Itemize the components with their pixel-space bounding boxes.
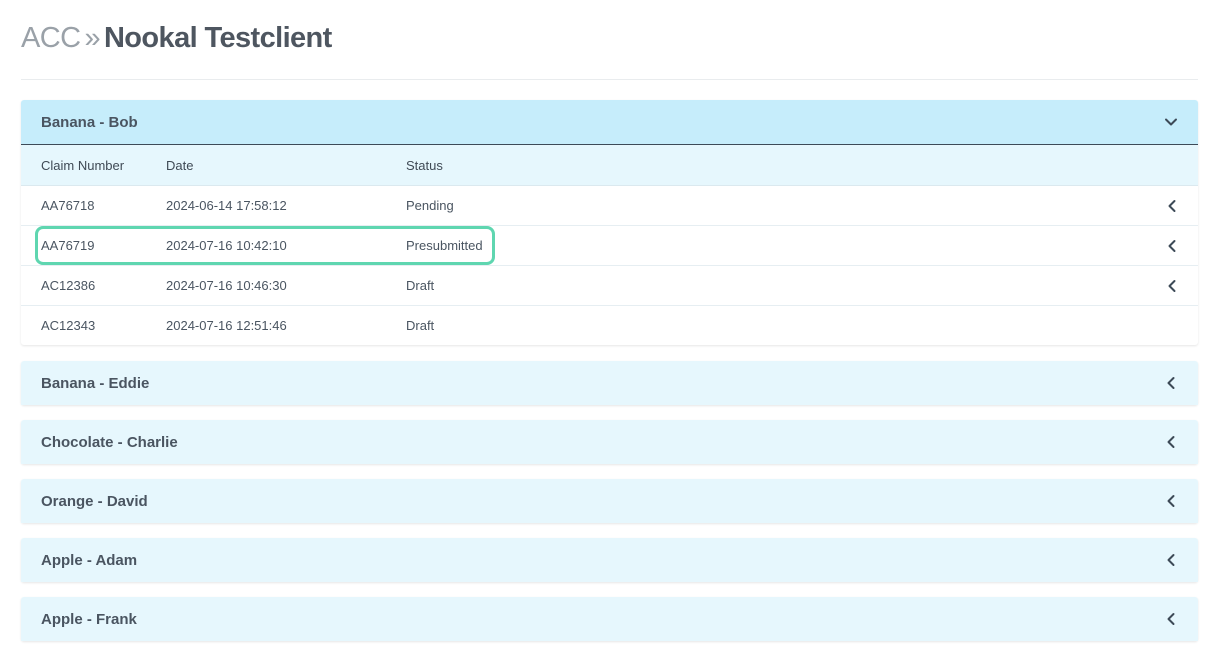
table-row[interactable]: AC12343 2024-07-16 12:51:46 Draft xyxy=(21,306,1198,346)
panel-header-apple-frank[interactable]: Apple - Frank xyxy=(21,597,1198,641)
claim-date: 2024-07-16 12:51:46 xyxy=(166,318,287,333)
chevron-left-icon[interactable] xyxy=(1166,199,1178,213)
claims-table: Claim Number Date Status AA76718 2024-06… xyxy=(21,145,1198,345)
chevron-left-icon[interactable] xyxy=(1166,279,1178,293)
claim-date: 2024-07-16 10:46:30 xyxy=(166,265,406,306)
chevron-left-icon[interactable] xyxy=(1164,553,1178,567)
chevron-left-icon[interactable] xyxy=(1164,494,1178,508)
panel-header-orange-david[interactable]: Orange - David xyxy=(21,479,1198,523)
column-header-date[interactable]: Date xyxy=(166,145,406,186)
claim-number: AA76718 xyxy=(21,185,166,226)
panel-header-apple-adam[interactable]: Apple - Adam xyxy=(21,538,1198,582)
claim-status: Pending xyxy=(406,185,1106,226)
claim-number: AA76719 xyxy=(21,225,166,266)
panel-title: Banana - Bob xyxy=(41,113,138,131)
client-panel-banana-bob: Banana - Bob Claim Number Date Status AA… xyxy=(21,100,1198,345)
panel-title: Orange - David xyxy=(41,492,148,510)
panel-header-banana-bob[interactable]: Banana - Bob xyxy=(21,100,1198,145)
panel-header-chocolate-charlie[interactable]: Chocolate - Charlie xyxy=(21,420,1198,464)
panel-header-banana-eddie[interactable]: Banana - Eddie xyxy=(21,361,1198,405)
client-panel-chocolate-charlie: Chocolate - Charlie xyxy=(21,420,1198,464)
breadcrumb-separator: » xyxy=(84,22,100,54)
client-panel-apple-adam: Apple - Adam xyxy=(21,538,1198,582)
column-header-actions xyxy=(1106,145,1198,186)
panel-title: Apple - Frank xyxy=(41,610,137,628)
claim-number: AC12343 xyxy=(41,318,96,333)
column-header-claim-number[interactable]: Claim Number xyxy=(21,145,166,186)
panel-title: Chocolate - Charlie xyxy=(41,433,178,451)
claim-date: 2024-06-14 17:58:12 xyxy=(166,185,406,226)
chevron-left-icon[interactable] xyxy=(1166,239,1178,253)
table-row[interactable]: AA76719 2024-07-16 10:42:10 Presubmitted xyxy=(21,225,1198,266)
client-panel-banana-eddie: Banana - Eddie xyxy=(21,361,1198,405)
chevron-left-icon[interactable] xyxy=(1164,376,1178,390)
claim-date: 2024-07-16 10:42:10 xyxy=(166,225,406,266)
page-title: Nookal Testclient xyxy=(103,22,332,54)
claim-status: Draft xyxy=(406,265,1106,306)
chevron-left-icon[interactable] xyxy=(1164,612,1178,626)
breadcrumb-acc[interactable]: ACC xyxy=(21,22,81,55)
page-heading: ACC » Nookal Testclient xyxy=(21,22,332,62)
column-header-status[interactable]: Status xyxy=(406,145,1106,186)
table-row[interactable]: AA76718 2024-06-14 17:58:12 Pending xyxy=(21,185,1198,226)
heading-divider xyxy=(21,79,1198,80)
client-panel-orange-david: Orange - David xyxy=(21,479,1198,523)
claim-status: Presubmitted xyxy=(406,225,1106,266)
panel-title: Apple - Adam xyxy=(41,551,138,569)
chevron-left-icon[interactable] xyxy=(1164,435,1178,449)
chevron-down-icon[interactable] xyxy=(1164,115,1178,129)
panel-title: Banana - Eddie xyxy=(41,374,150,392)
claim-number: AC12386 xyxy=(21,265,166,306)
claim-status: Draft xyxy=(406,318,435,333)
table-row[interactable]: AC12386 2024-07-16 10:46:30 Draft xyxy=(21,265,1198,306)
client-panel-apple-frank: Apple - Frank xyxy=(21,597,1198,641)
table-header-row: Claim Number Date Status xyxy=(21,145,1198,186)
